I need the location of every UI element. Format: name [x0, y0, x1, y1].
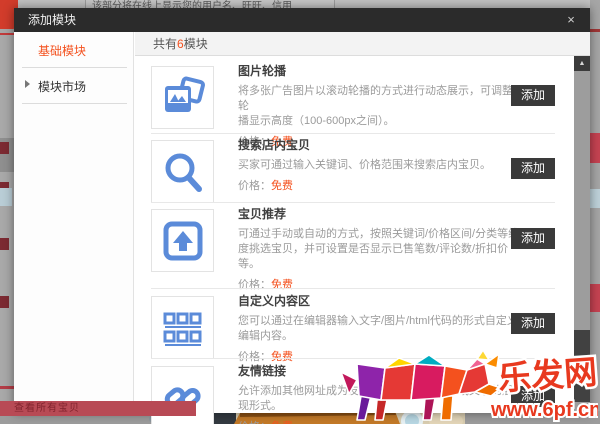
chevron-right-icon	[25, 80, 30, 88]
price-value: 免费	[271, 279, 293, 291]
grid-icon	[151, 296, 214, 359]
module-title: 宝贝推荐	[238, 205, 520, 222]
price-label: 价格：	[238, 279, 271, 291]
row-divider	[151, 133, 555, 134]
module-category-sidebar: 基础模块 模块市场	[14, 32, 134, 413]
dialog-header: 添加模块 ×	[14, 8, 590, 32]
module-price: 价格：免费	[238, 276, 520, 292]
background-red-banner-fragment	[590, 284, 600, 312]
background-text-fragment	[0, 238, 9, 250]
scrollbar[interactable]: ▲	[574, 56, 590, 413]
add-button[interactable]: 添加	[511, 158, 555, 179]
count-number: 6	[177, 37, 184, 51]
module-description: 买家可通过输入关键词、价格范围来搜索店内宝贝。	[238, 158, 520, 173]
background-page-right	[590, 0, 600, 424]
module-title: 搜索店内宝贝	[238, 136, 520, 153]
count-prefix: 共有	[153, 37, 177, 51]
module-title: 自定义内容区	[238, 292, 520, 309]
module-description: 将多张广告图片以滚动轮播的方式进行动态展示，可调整轮 播显示高度（100-600…	[238, 84, 520, 129]
module-price: 价格：免费	[238, 418, 520, 424]
background-divider	[0, 386, 14, 389]
dialog-title: 添加模块	[28, 8, 76, 32]
sidebar-item-module-market[interactable]: 模块市场	[14, 68, 133, 103]
module-info: 搜索店内宝贝 买家可通过输入关键词、价格范围来搜索店内宝贝。 价格：免费	[238, 136, 520, 193]
module-count-bar: 共有6模块	[135, 32, 590, 56]
background-page-left	[0, 0, 14, 424]
scroll-up-button[interactable]: ▲	[574, 56, 590, 71]
sidebar-item-label: 模块市场	[38, 80, 86, 94]
background-image-fragment	[0, 188, 12, 206]
sidebar-item-basic-modules[interactable]: 基础模块	[14, 32, 133, 67]
search-icon	[151, 140, 214, 203]
view-all-items-bar[interactable]: 查看所有宝贝	[0, 401, 196, 416]
price-label: 价格：	[238, 180, 271, 192]
count-suffix: 模块	[184, 37, 208, 51]
background-red-banner-fragment	[590, 133, 600, 163]
sidebar-item-label: 基础模块	[38, 44, 86, 58]
module-info: 宝贝推荐 可通过手动或自动的方式，按照关键词/价格区间/分类等维 度挑选宝贝，并…	[238, 205, 520, 292]
background-text-fragment	[0, 296, 9, 308]
module-title: 友情链接	[238, 362, 520, 379]
carousel-icon	[151, 66, 214, 129]
add-button[interactable]: 添加	[511, 313, 555, 334]
background-divider	[0, 33, 14, 35]
add-button[interactable]: 添加	[511, 386, 555, 407]
add-button[interactable]: 添加	[511, 85, 555, 106]
sidebar-divider	[22, 103, 127, 104]
row-divider	[151, 358, 555, 359]
module-price: 价格：免费	[238, 177, 520, 193]
add-module-dialog: 添加模块 × 基础模块 模块市场 共有6模块	[14, 8, 590, 413]
module-description: 允许添加其他网址成为友情店铺，可选择图片或文字的展 现形式。	[238, 384, 520, 414]
module-info: 友情链接 允许添加其他网址成为友情店铺，可选择图片或文字的展 现形式。 价格：免…	[238, 362, 520, 424]
module-description: 您可以通过在编辑器输入文字/图片/html代码的形式自定义 编辑内容。	[238, 314, 520, 344]
background-image-fragment	[590, 189, 600, 208]
row-divider	[151, 202, 555, 203]
module-description: 可通过手动或自动的方式，按照关键词/价格区间/分类等维 度挑选宝贝，并可设置是否…	[238, 227, 520, 272]
add-button[interactable]: 添加	[511, 228, 555, 249]
module-title: 图片轮播	[238, 62, 520, 79]
row-divider	[151, 288, 555, 289]
module-info: 自定义内容区 您可以通过在编辑器输入文字/图片/html代码的形式自定义 编辑内…	[238, 292, 520, 364]
price-value: 免费	[271, 180, 293, 192]
background-divider	[590, 29, 600, 32]
background-text-fragment	[0, 142, 9, 154]
scrollbar-thumb[interactable]	[574, 330, 590, 402]
arrow-up-icon	[151, 209, 214, 272]
close-icon[interactable]: ×	[562, 8, 580, 32]
module-list-panel: 共有6模块 图片轮播 将多张广告图片以滚动轮播的方式进行动态展示，可调整轮 播显…	[135, 32, 590, 413]
